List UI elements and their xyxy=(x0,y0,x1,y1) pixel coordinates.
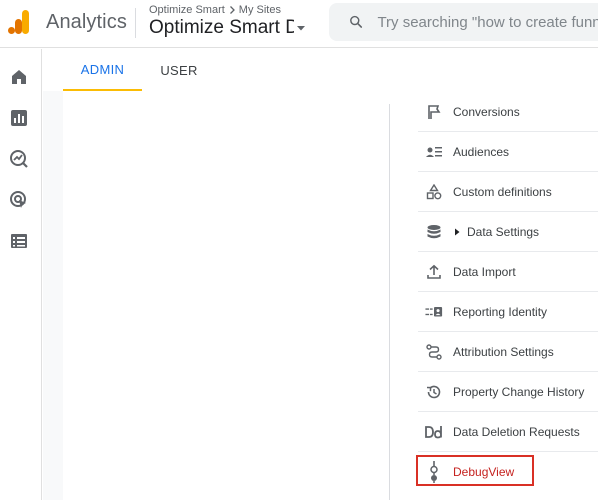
search-placeholder: Try searching "how to create funne xyxy=(377,13,598,31)
breadcrumb-account[interactable]: Optimize Smart xyxy=(149,4,225,16)
menu-item-label: Attribution Settings xyxy=(453,344,554,359)
menu-item-label: Conversions xyxy=(453,104,520,119)
breadcrumb[interactable]: Optimize Smart My Sites xyxy=(149,4,281,16)
shapes-icon xyxy=(425,183,443,201)
left-nav-rail xyxy=(0,49,42,500)
menu-item-property-change-history[interactable]: Property Change History xyxy=(418,372,598,412)
explore-icon[interactable] xyxy=(8,148,30,170)
admin-tabs: ADMIN USER xyxy=(43,49,598,91)
search-icon xyxy=(350,15,363,28)
menu-item-data-settings[interactable]: Data Settings xyxy=(418,212,598,252)
menu-item-label: Data Deletion Requests xyxy=(453,424,580,439)
search-bar[interactable]: Try searching "how to create funne xyxy=(329,3,598,41)
attribution-icon xyxy=(425,343,443,361)
reports-icon[interactable] xyxy=(8,107,30,129)
property-name: Optimize Smart D xyxy=(149,17,294,38)
caret-down-icon xyxy=(297,26,305,31)
menu-item-label: Data Import xyxy=(453,264,516,279)
expand-triangle-icon[interactable] xyxy=(453,228,461,236)
menu-item-label: Property Change History xyxy=(453,384,585,399)
menu-item-label: Data Settings xyxy=(467,224,540,239)
menu-item-audiences[interactable]: Audiences xyxy=(418,132,598,172)
dd-icon xyxy=(425,423,443,441)
menu-item-label: Audiences xyxy=(453,144,510,159)
menu-item-label: Reporting Identity xyxy=(453,304,548,319)
header-divider xyxy=(135,8,136,38)
column-divider xyxy=(389,104,390,500)
home-icon[interactable] xyxy=(8,66,30,88)
breadcrumb-property-group[interactable]: My Sites xyxy=(239,4,281,16)
chevron-right-icon xyxy=(229,6,235,14)
top-bar: Analytics Optimize Smart My Sites Optimi… xyxy=(0,0,598,48)
menu-item-conversions[interactable]: Conversions xyxy=(418,92,598,132)
debugview-highlight-box xyxy=(416,455,534,486)
history-icon xyxy=(425,383,443,401)
tab-admin[interactable]: ADMIN xyxy=(63,49,142,91)
analytics-logo-icon[interactable] xyxy=(8,9,30,35)
menu-item-reporting-identity[interactable]: Reporting Identity xyxy=(418,292,598,332)
audiences-icon xyxy=(425,143,443,161)
identity-icon xyxy=(425,303,443,321)
menu-item-data-import[interactable]: Data Import xyxy=(418,252,598,292)
configure-icon[interactable] xyxy=(8,230,30,252)
property-selector[interactable]: Optimize Smart D xyxy=(149,17,306,39)
advertising-icon[interactable] xyxy=(8,189,30,211)
menu-item-label: Custom definitions xyxy=(453,184,552,199)
menu-item-data-deletion-requests[interactable]: Data Deletion Requests xyxy=(418,412,598,452)
flag-icon xyxy=(425,103,443,121)
menu-item-custom-definitions[interactable]: Custom definitions xyxy=(418,172,598,212)
database-icon xyxy=(425,223,443,241)
upload-icon xyxy=(425,263,443,281)
menu-item-attribution-settings[interactable]: Attribution Settings xyxy=(418,332,598,372)
app-name: Analytics xyxy=(46,11,127,33)
tab-user[interactable]: USER xyxy=(153,49,205,91)
